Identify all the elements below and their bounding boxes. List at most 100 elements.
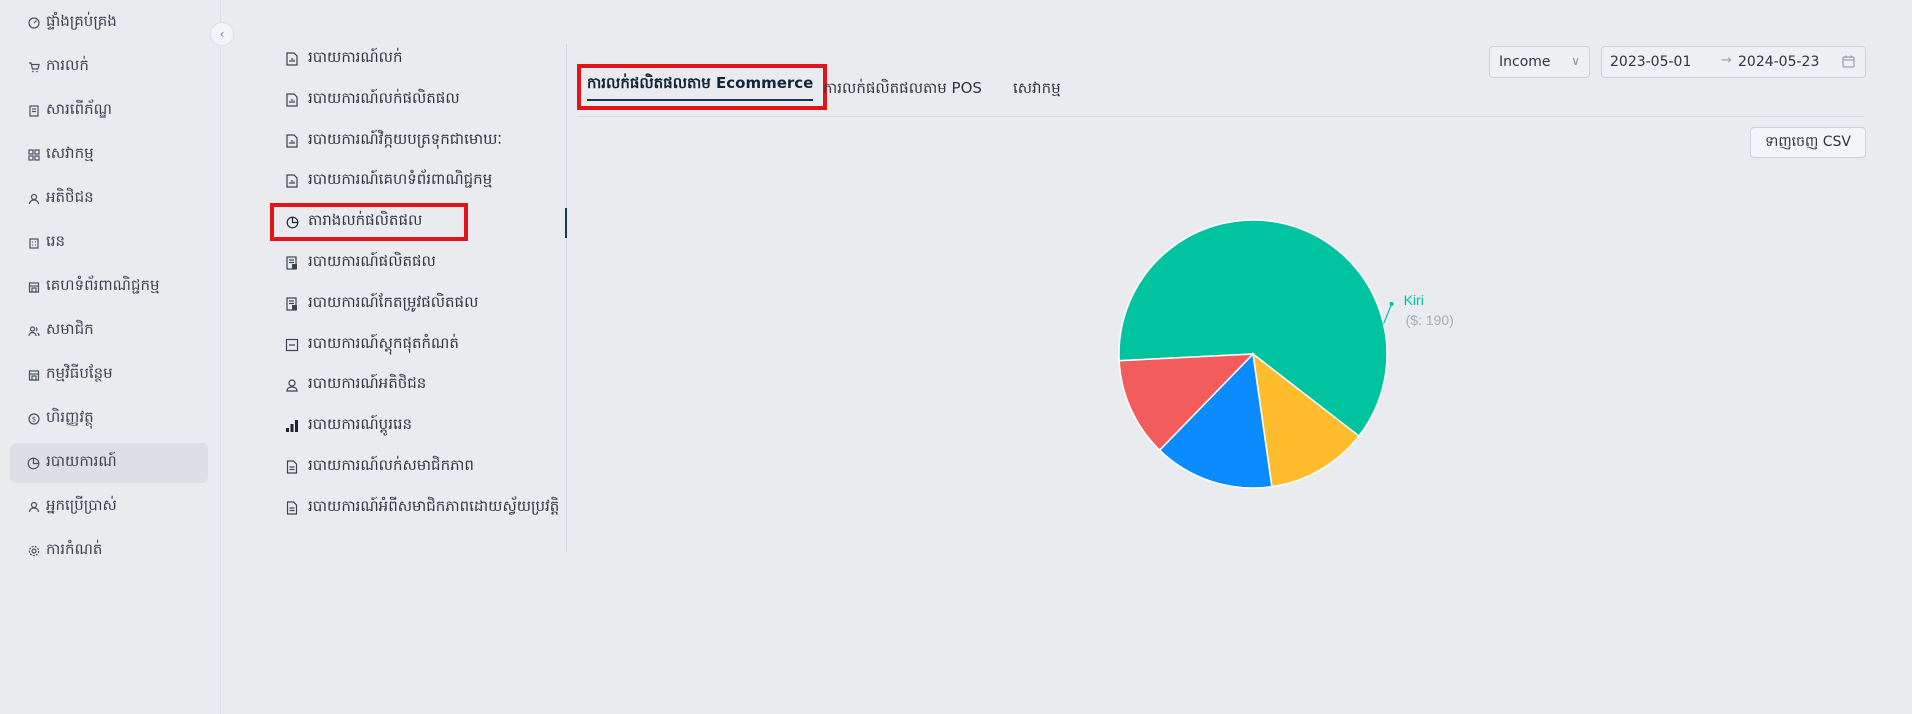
report-item-9[interactable]: របាយការណ៍ប្តូររេន	[270, 407, 560, 445]
person-icon	[284, 377, 300, 393]
report-item-6[interactable]: របាយការណ៍កែតម្រូវផលិតផល	[270, 285, 560, 323]
dollar-icon: $	[27, 413, 40, 426]
export-csv-button[interactable]: ទាញចេញ CSV	[1750, 127, 1866, 158]
sidebar-item-label: ការកំណត់	[46, 540, 103, 558]
date-range-picker[interactable]: 2023-05-01 → 2024-05-23	[1601, 46, 1866, 78]
signal-bars-icon	[284, 418, 300, 434]
user-icon	[27, 501, 40, 514]
product-report-icon	[284, 296, 300, 312]
report-item-8[interactable]: របាយការណ៍អតិថិជន	[270, 366, 560, 404]
document-icon	[284, 500, 300, 516]
sidebar-item-label: ការលក់	[46, 56, 89, 74]
sidebar-item-label: សេវាកម្ម	[46, 144, 94, 162]
pie-chart-area: Kiri ($: 190)	[567, 160, 1912, 560]
sidebar-item-5[interactable]: រេន	[10, 223, 208, 263]
sidebar-item-label: អតិថិជន	[46, 188, 94, 206]
report-item-7[interactable]: របាយការណ៍ស្តុកផុតកំណត់	[270, 326, 560, 364]
addon-icon	[27, 369, 40, 382]
tab-label: សេវាកម្ម	[1013, 79, 1061, 97]
services-grid-icon	[27, 149, 40, 162]
members-icon	[27, 325, 40, 338]
bar-report-icon	[284, 133, 300, 149]
sidebar-item-4[interactable]: អតិថិជន	[10, 179, 208, 219]
sidebar-item-9[interactable]: $ ហិរញ្ញវត្ថុ	[10, 399, 208, 439]
sidebar-item-6[interactable]: គេហទំព័រពាណិជ្ជកម្ម	[10, 267, 208, 307]
sidebar-item-label: ផ្ទាំងគ្រប់គ្រង	[46, 12, 117, 30]
report-item-0[interactable]: របាយការណ៍លក់	[270, 40, 560, 78]
tab-services[interactable]: សេវាកម្ម	[1013, 79, 1061, 101]
report-item-label: របាយការណ៍ស្តុកផុតកំណត់	[308, 333, 459, 352]
sidebar-item-3[interactable]: សេវាកម្ម	[10, 135, 208, 175]
report-item-10[interactable]: របាយការណ៍លក់សមាជិកភាព	[270, 448, 560, 486]
main-panel: ការលក់ផលិតផលតាម Ecommerce ការលក់ផលិតផលតា…	[567, 0, 1912, 714]
pie-label-dot	[1389, 301, 1394, 306]
chevron-down-icon: ∨	[1571, 54, 1580, 68]
svg-text:$: $	[31, 416, 35, 424]
report-item-4[interactable]: តារាងលក់ផលិតផល	[270, 203, 468, 242]
tab-label: ការលក់ផលិតផលតាម POS	[823, 79, 982, 97]
date-end-input[interactable]: 2024-05-23	[1738, 54, 1833, 70]
customer-icon	[27, 193, 40, 206]
tab-label: ការលក់ផលិតផលតាម Ecommerce	[587, 74, 814, 92]
arrow-right-icon: →	[1721, 53, 1732, 68]
report-item-label: របាយការណ៍អំពីសមាជិកភាពដោយស្វ័យប្រវត្តិ	[308, 496, 560, 515]
report-item-label: របាយការណ៍អតិថិជន	[308, 374, 427, 393]
gear-icon	[27, 545, 40, 558]
sidebar-item-label: រេន	[46, 232, 66, 250]
sidebar-item-11[interactable]: អ្នកប្រើប្រាស់	[10, 487, 208, 527]
report-item-label: របាយការណ៍លក់ផលិតផល	[308, 88, 460, 107]
report-item-3[interactable]: របាយការណ៍គេហទំព័រពាណិជ្ជកម្ម	[270, 162, 560, 200]
chevron-left-icon: ‹	[219, 27, 225, 41]
sidebar-item-label: របាយការណ៍	[46, 452, 117, 470]
sidebar-item-label: អ្នកប្រើប្រាស់	[46, 496, 117, 514]
report-item-11[interactable]: របាយការណ៍អំពីសមាជិកភាពដោយស្វ័យប្រវត្តិ	[270, 489, 560, 527]
calendar-icon[interactable]	[1842, 55, 1855, 72]
report-item-label: របាយការណ៍លក់	[308, 48, 403, 66]
minus-box-icon	[284, 337, 300, 353]
tabs-divider	[577, 116, 1864, 117]
sidebar-item-label: ហិរញ្ញវត្ថុ	[46, 408, 94, 426]
sidebar-item-2[interactable]: សារពើភ័ណ្ឌ	[10, 91, 208, 131]
report-item-label: របាយការណ៍ផលិតផល	[308, 252, 436, 270]
report-pie-icon	[27, 457, 40, 470]
tab-ecommerce-sales[interactable]: ការលក់ផលិតផលតាម Ecommerce	[577, 64, 828, 110]
dashboard-icon	[27, 17, 40, 30]
collapse-sidebar-button[interactable]: ‹	[210, 22, 234, 46]
type-select[interactable]: Income ∨	[1489, 46, 1590, 78]
sidebar-item-1[interactable]: ការលក់	[10, 47, 208, 87]
pie-slice-label: Kiri	[1404, 292, 1424, 308]
document-icon	[284, 459, 300, 475]
report-item-label: របាយការណ៍លក់សមាជិកភាព	[308, 456, 474, 474]
bar-report-icon	[284, 51, 300, 67]
building-icon	[27, 237, 40, 250]
pie-chart-icon	[284, 214, 300, 230]
sidebar: ផ្ទាំងគ្រប់គ្រងការលក់សារពើភ័ណ្ឌសេវាកម្មអ…	[0, 0, 221, 714]
date-start-input[interactable]: 2023-05-01	[1610, 54, 1705, 70]
product-report-icon	[284, 255, 300, 271]
sidebar-item-10[interactable]: របាយការណ៍	[10, 443, 208, 483]
bar-report-icon	[284, 173, 300, 189]
report-item-5[interactable]: របាយការណ៍ផលិតផល	[270, 244, 560, 282]
sidebar-item-0[interactable]: ផ្ទាំងគ្រប់គ្រង	[10, 3, 208, 43]
pie-label-leader	[1383, 303, 1393, 325]
tab-underline	[587, 99, 814, 101]
inventory-icon	[27, 105, 40, 118]
report-item-label: របាយការណ៍ប្តូររេន	[308, 415, 413, 434]
sidebar-item-label: សមាជិក	[46, 320, 94, 338]
sidebar-item-12[interactable]: ការកំណត់	[10, 531, 208, 571]
report-item-label: របាយការណ៍កែតម្រូវផលិតផល	[308, 292, 479, 311]
pie-slice-value-label: ($: 190)	[1406, 312, 1454, 328]
report-item-1[interactable]: របាយការណ៍លក់ផលិតផល	[270, 81, 560, 119]
tab-pos-sales[interactable]: ការលក់ផលិតផលតាម POS	[823, 79, 982, 101]
type-select-value: Income	[1499, 54, 1551, 70]
sidebar-item-label: កម្មវិធីបន្ថែម	[46, 364, 113, 382]
sidebar-item-7[interactable]: សមាជិក	[10, 311, 208, 351]
report-item-label: របាយការណ៍គេហទំព័រពាណិជ្ជកម្ម	[308, 170, 493, 189]
cart-icon	[27, 61, 40, 74]
sidebar-item-label: សារពើភ័ណ្ឌ	[46, 100, 112, 118]
report-item-2[interactable]: របាយការណ៍វិក្កយបត្រទុកជាមោឃៈ	[270, 122, 560, 160]
sidebar-item-label: គេហទំព័រពាណិជ្ជកម្ម	[46, 276, 160, 294]
sidebar-item-8[interactable]: កម្មវិធីបន្ថែម	[10, 355, 208, 395]
export-csv-label: ទាញចេញ CSV	[1764, 134, 1851, 150]
pie-chart: Kiri ($: 190)	[1118, 219, 1454, 489]
